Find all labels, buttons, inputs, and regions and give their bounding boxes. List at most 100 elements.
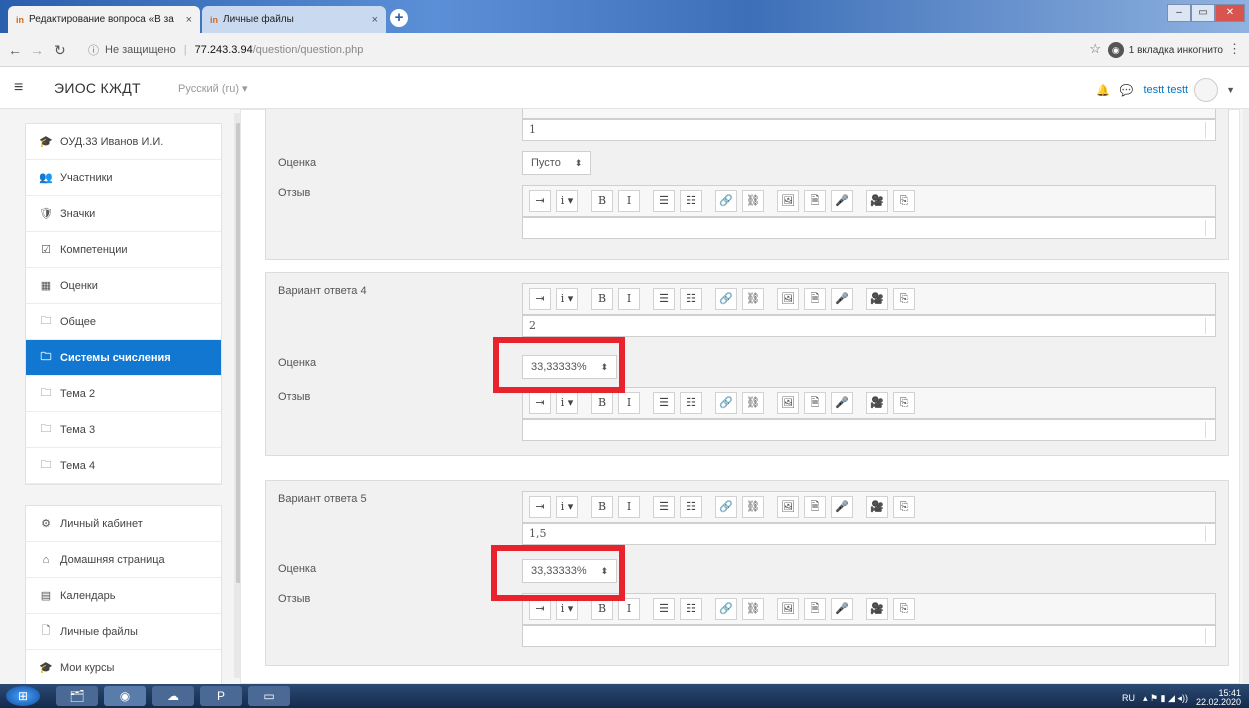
editor-toolbar-button[interactable]: ⎘ [893, 288, 915, 310]
editor-toolbar-button[interactable]: i ▾ [556, 288, 578, 310]
editor-toolbar-button[interactable]: ⇥ [529, 392, 551, 414]
editor-toolbar-button[interactable]: ☰ [653, 392, 675, 414]
editor-toolbar-button[interactable]: B [591, 392, 613, 414]
answer-3-grade-select[interactable]: Пусто ⬍ [522, 151, 592, 175]
sidebar-item[interactable]: ▦ Оценки [26, 268, 221, 304]
editor-toolbar-button[interactable]: 🎤 [831, 392, 853, 414]
feedback-text[interactable] [522, 625, 1216, 647]
chat-icon[interactable]: 💬 [1120, 84, 1134, 97]
editor-toolbar-button[interactable]: I [618, 496, 640, 518]
sidebar-item[interactable]: 🗀 Тема 2 [26, 376, 221, 412]
close-window-button[interactable]: ✕ [1215, 4, 1245, 22]
incognito-indicator[interactable]: ◉ 1 вкладка инкогнито [1107, 42, 1223, 58]
editor-toolbar-button[interactable]: ☰ [653, 288, 675, 310]
maximize-button[interactable]: ▭ [1191, 4, 1215, 22]
tab-personal-files[interactable]: in Личные файлы × [202, 6, 386, 33]
reload-icon[interactable]: ↻ [54, 42, 66, 59]
editor-toolbar-button[interactable]: ⛓ [742, 496, 764, 518]
editor-toolbar-button[interactable]: ⛓ [742, 392, 764, 414]
bookmark-star-icon[interactable]: ☆ [1089, 41, 1101, 57]
editor-toolbar-button[interactable]: ⛓ [742, 598, 764, 620]
editor-toolbar-button[interactable]: 🎥 [866, 598, 888, 620]
editor-toolbar-button[interactable]: 🗎 [804, 598, 826, 620]
editor-toolbar-button[interactable]: 🎥 [866, 190, 888, 212]
language-selector[interactable]: Русский (ru) ▾ [178, 82, 248, 95]
editor-toolbar-button[interactable]: I [618, 190, 640, 212]
editor-toolbar-button[interactable]: ☰ [653, 190, 675, 212]
resize-grip[interactable] [1205, 422, 1213, 438]
sidebar-item[interactable]: ☑ Компетенции [26, 232, 221, 268]
sidebar-item[interactable]: ▤ Календарь [26, 578, 221, 614]
user-menu[interactable]: 🔔 💬 testt testt ▼ [1096, 78, 1235, 102]
minimize-button[interactable]: – [1167, 4, 1191, 22]
resize-grip[interactable] [1205, 628, 1213, 644]
editor-toolbar-button[interactable]: 🖼 [777, 496, 799, 518]
powerpoint-icon[interactable]: P [200, 686, 242, 706]
start-button[interactable]: ⊞ [6, 686, 40, 706]
editor-toolbar-button[interactable]: 🖼 [777, 288, 799, 310]
editor-toolbar-button[interactable]: 🗎 [804, 288, 826, 310]
tab-close-icon[interactable]: × [186, 14, 192, 26]
sidebar-item[interactable]: 🎓 ОУД.33 Иванов И.И. [26, 124, 221, 160]
avatar[interactable] [1194, 78, 1219, 102]
editor-toolbar-button[interactable]: ⛓ [742, 288, 764, 310]
editor-toolbar-button[interactable]: 🎥 [866, 392, 888, 414]
editor-toolbar-button[interactable]: 🖼 [777, 392, 799, 414]
editor-toolbar-button[interactable]: 🖼 [777, 190, 799, 212]
editor-toolbar-button[interactable]: 🔗 [715, 496, 737, 518]
sidebar-item[interactable]: ⚙ Личный кабинет [26, 506, 221, 542]
editor-toolbar-button[interactable]: I [618, 392, 640, 414]
language-indicator[interactable]: RU [1122, 693, 1135, 703]
editor-toolbar-button[interactable]: 🎥 [866, 288, 888, 310]
window-icon[interactable]: ▭ [248, 686, 290, 706]
editor-toolbar-button[interactable]: ⛓ [742, 190, 764, 212]
editor-toolbar-button[interactable]: ⎘ [893, 598, 915, 620]
chrome-icon[interactable]: ◉ [104, 686, 146, 706]
tab-edit-question[interactable]: in Редактирование вопроса «В за × [8, 6, 200, 33]
editor-toolbar-button[interactable]: 🔗 [715, 392, 737, 414]
answer-5-text[interactable]: 1,5 [522, 523, 1216, 545]
editor-toolbar-button[interactable]: B [591, 598, 613, 620]
resize-grip[interactable] [1205, 122, 1213, 138]
editor-toolbar-button[interactable]: I [618, 288, 640, 310]
resize-grip[interactable] [1205, 526, 1213, 542]
editor-toolbar-button[interactable]: i ▾ [556, 496, 578, 518]
editor-toolbar-button[interactable]: 🖼 [777, 598, 799, 620]
hamburger-menu-icon[interactable]: ≡ [14, 79, 23, 97]
editor-toolbar-button[interactable]: ☷ [680, 288, 702, 310]
resize-grip[interactable] [1205, 318, 1213, 334]
sidebar-item[interactable]: 🎓 Мои курсы [26, 650, 221, 684]
feedback-text[interactable] [522, 419, 1216, 441]
sidebar-item[interactable]: 🗀 Тема 3 [26, 412, 221, 448]
new-tab-button[interactable]: + [390, 9, 408, 27]
editor-toolbar-button[interactable]: ☷ [680, 392, 702, 414]
feedback-text[interactable] [522, 217, 1216, 239]
sidebar-item[interactable]: 👥 Участники [26, 160, 221, 196]
sidebar-item[interactable]: 🗀 Тема 4 [26, 448, 221, 484]
editor-toolbar-button[interactable]: ⇥ [529, 190, 551, 212]
editor-toolbar-button[interactable]: I [618, 598, 640, 620]
editor-toolbar-button[interactable]: ☷ [680, 598, 702, 620]
editor-toolbar-button[interactable]: 🗎 [804, 190, 826, 212]
clock[interactable]: 15:41 22.02.2020 [1196, 689, 1241, 707]
editor-toolbar-button[interactable]: B [591, 190, 613, 212]
explorer-icon[interactable]: 🗂 [56, 686, 98, 706]
chevron-down-icon[interactable]: ▼ [1226, 85, 1235, 95]
editor-toolbar-button[interactable]: 🗎 [804, 392, 826, 414]
editor-toolbar-button[interactable]: ⎘ [893, 496, 915, 518]
user-name[interactable]: testt testt [1143, 84, 1188, 96]
editor-toolbar-button[interactable]: 🔗 [715, 190, 737, 212]
bell-icon[interactable]: 🔔 [1096, 84, 1110, 97]
sidebar-item[interactable]: 🗀 Общее [26, 304, 221, 340]
forward-arrow-icon[interactable]: → [30, 42, 44, 58]
resize-grip[interactable] [1205, 220, 1213, 236]
editor-toolbar-button[interactable]: ☰ [653, 598, 675, 620]
page-scrollbar[interactable] [1243, 109, 1249, 684]
editor-toolbar-button[interactable]: ☷ [680, 190, 702, 212]
editor-toolbar-button[interactable]: 🔗 [715, 288, 737, 310]
editor-toolbar-button[interactable]: 🔗 [715, 598, 737, 620]
url-input[interactable]: ⓘ Не защищено | 77.243.3.94 /question/qu… [88, 39, 1198, 61]
editor-toolbar-button[interactable]: ⇥ [529, 496, 551, 518]
sidebar-item[interactable]: ⌂ Домашняя страница [26, 542, 221, 578]
info-icon[interactable]: ⓘ [88, 42, 99, 58]
